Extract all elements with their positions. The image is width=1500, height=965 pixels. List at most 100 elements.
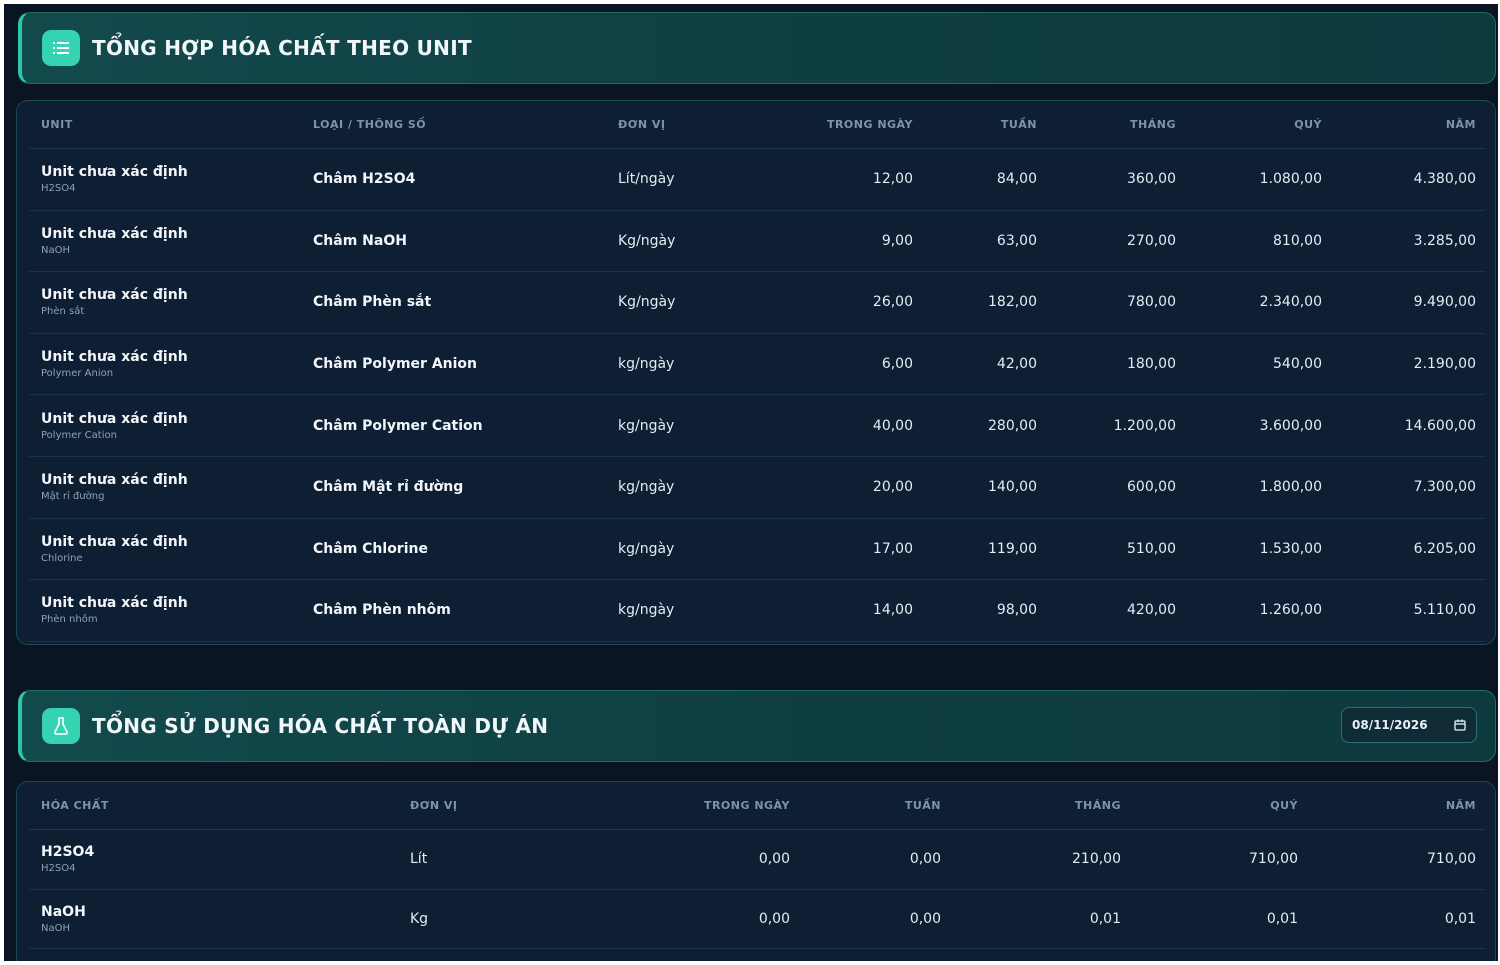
cell-value-type: Châm Polymer Cation: [313, 417, 483, 434]
table-cell: 5.110,00: [1329, 580, 1476, 641]
table-cell: 26,00: [769, 272, 913, 333]
column-header: THÁNG: [959, 782, 1121, 829]
cell-value-month: 510,00: [1127, 540, 1176, 557]
cell-value-type: Châm NaOH: [313, 232, 407, 249]
cell-value-day: 0,00: [758, 910, 790, 927]
unit-summary-table: UNIT LOẠI / THÔNG SỐ ĐƠN VỊ TRONG NGÀY TUẦN T…: [16, 100, 1496, 645]
table-row[interactable]: Unit chưa xác định Chlorine Châm Chlorine k…: [29, 519, 1485, 581]
table-row[interactable]: Unit chưa xác định Phèn sắt Châm Phèn sắt K…: [29, 272, 1485, 334]
column-header: UNIT: [41, 101, 281, 148]
table-cell: 0,00: [629, 830, 790, 889]
table-cell: Unit chưa xác định Mật rỉ đường: [41, 457, 281, 518]
column-header-label: TUẦN: [904, 799, 941, 812]
table-row[interactable]: NaOH NaOH Kg 0,00 0,00 0,01 0,01 0,01: [29, 890, 1485, 949]
table-cell: 140,00: [929, 457, 1037, 518]
cell-value-uom: Lít: [410, 851, 428, 868]
table-cell: Lít: [410, 830, 610, 889]
table-cell: 780,00: [1049, 272, 1176, 333]
table-row[interactable]: Unit chưa xác định H2SO4 Châm H2SO4 Lít/ngà…: [29, 149, 1485, 211]
cell-value-week: 182,00: [988, 294, 1037, 311]
cell-value-uom: kg/ngày: [618, 417, 675, 434]
table-cell: 4.380,00: [1329, 149, 1476, 210]
column-header-label: UNIT: [41, 118, 73, 131]
table-cell: Kg: [410, 890, 610, 949]
row-subtitle: Polymer Anion: [41, 368, 114, 380]
cell-value-week: 42,00: [996, 356, 1037, 373]
table-cell: Unit chưa xác định NaOH: [41, 211, 281, 272]
cell-value-quarter: 0,01: [1266, 910, 1298, 927]
cell-value-uom: kg/ngày: [618, 540, 675, 557]
column-header: ĐƠN VỊ: [410, 782, 610, 829]
cell-value-uom: kg/ngày: [618, 602, 675, 619]
cell-value-week: 140,00: [988, 479, 1037, 496]
row-title: Unit chưa xác định: [41, 225, 188, 242]
table-cell: 1.080,00: [1189, 149, 1322, 210]
row-title: Unit chưa xác định: [41, 287, 188, 304]
column-header-label: ĐƠN VỊ: [618, 118, 666, 131]
cell-value-year: 3.285,00: [1413, 232, 1476, 249]
table-cell: 600,00: [1049, 457, 1176, 518]
cell-value-quarter: 1.800,00: [1259, 479, 1322, 496]
table-header-row: HÓA CHẤT ĐƠN VỊ TRONG NGÀY TUẦN THÁNG QUÝ NĂM: [29, 782, 1485, 830]
table-cell: Unit chưa xác định H2SO4: [41, 149, 281, 210]
column-header: LOẠI / THÔNG SỐ: [313, 101, 593, 148]
cell-value-type: Châm Phèn sắt: [313, 294, 432, 311]
row-subtitle: Phèn sắt: [41, 306, 85, 318]
table-row[interactable]: Unit chưa xác định Mật rỉ đường Châm Mật r…: [29, 457, 1485, 519]
table-cell: 98,00: [929, 580, 1037, 641]
cell-value-year: 6.205,00: [1413, 540, 1476, 557]
calendar-icon[interactable]: [1454, 716, 1466, 735]
table-cell: 9,00: [769, 211, 913, 272]
table-cell: Unit chưa xác định Polymer Anion: [41, 334, 281, 395]
table-cell: Châm Polymer Cation: [313, 395, 593, 456]
column-header: HÓA CHẤT: [41, 782, 341, 829]
cell-value-uom: kg/ngày: [618, 356, 675, 373]
table-cell: 84,00: [929, 149, 1037, 210]
table-cell: 7.300,00: [1329, 457, 1476, 518]
table-cell: 0,01: [1319, 890, 1476, 949]
table-cell: 360,00: [1049, 149, 1176, 210]
table-cell: Kg/ngày: [618, 272, 768, 333]
table-cell: kg/ngày: [618, 580, 768, 641]
cell-value-uom: kg/ngày: [618, 479, 675, 496]
table-cell: 0,00: [809, 830, 941, 889]
cell-value-year: 14.600,00: [1404, 417, 1476, 434]
table-cell: 710,00: [1319, 830, 1476, 889]
cell-value-year: 5.110,00: [1413, 602, 1476, 619]
row-subtitle: Polymer Cation: [41, 429, 117, 441]
table-row[interactable]: Unit chưa xác định Polymer Anion Châm Poly…: [29, 334, 1485, 396]
table-cell: 182,00: [929, 272, 1037, 333]
table-cell: kg/ngày: [618, 334, 768, 395]
cell-value-quarter: 1.260,00: [1259, 602, 1322, 619]
cell-value-week: 0,00: [909, 851, 941, 868]
table-row[interactable]: H2SO4 H2SO4 Lít 0,00 0,00 210,00 710,00 710,00: [29, 830, 1485, 890]
cell-value-type: Châm H2SO4: [313, 171, 416, 188]
table-cell: 6.205,00: [1329, 519, 1476, 580]
table-cell: 20,00: [769, 457, 913, 518]
table-cell: kg/ngày: [618, 395, 768, 456]
row-title: Unit chưa xác định: [41, 472, 188, 489]
column-header-label: ĐƠN VỊ: [410, 799, 458, 812]
cell-value-uom: Lít/ngày: [618, 171, 675, 188]
table-cell: Châm Phèn nhôm: [313, 580, 593, 641]
cell-value-type: Châm Phèn nhôm: [313, 602, 451, 619]
date-picker[interactable]: 08/11/2026: [1341, 707, 1477, 743]
table-cell: 710,00: [1139, 830, 1298, 889]
table-row[interactable]: Unit chưa xác định NaOH Châm NaOH Kg/ngày 9,…: [29, 211, 1485, 273]
row-title: Unit chưa xác định: [41, 410, 188, 427]
column-header: TRONG NGÀY: [629, 782, 790, 829]
table-cell: Châm Chlorine: [313, 519, 593, 580]
cell-value-type: Châm Mật rỉ đường: [313, 479, 464, 496]
table-cell: Châm H2SO4: [313, 149, 593, 210]
table-cell: kg/ngày: [618, 519, 768, 580]
table-row[interactable]: Unit chưa xác định Polymer Cation Châm Pol…: [29, 395, 1485, 457]
table-cell: 2.340,00: [1189, 272, 1322, 333]
cell-value-quarter: 1.530,00: [1259, 540, 1322, 557]
column-header-label: TUẦN: [1000, 118, 1037, 131]
cell-value-year: 4.380,00: [1413, 171, 1476, 188]
list-icon: [42, 30, 80, 66]
row-title: H2SO4: [41, 844, 95, 861]
table-row[interactable]: Unit chưa xác định Phèn nhôm Châm Phèn nhô…: [29, 580, 1485, 642]
table-cell: 0,01: [1139, 890, 1298, 949]
table-cell: Châm Polymer Anion: [313, 334, 593, 395]
